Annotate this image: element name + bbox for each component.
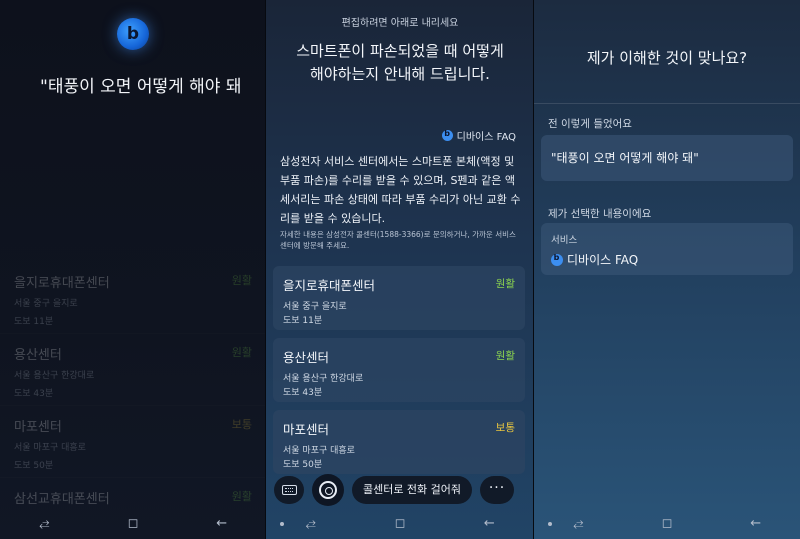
bixby-icon <box>319 481 337 499</box>
center-name: 을지로휴대폰센터 <box>283 278 376 293</box>
home-icon[interactable]: ◻ <box>385 516 415 531</box>
answer-title-line: 해야하는지 안내해 드립니다. <box>310 65 490 83</box>
answer-footnote: 자세한 내용은 삼성전자 콜센터(1588-3366)로 문의하거나, 가까운 … <box>280 230 516 250</box>
center-name: 을지로휴대폰센터 <box>14 276 110 291</box>
answer-title: 스마트폰이 파손되었을 때 어떻게 해야하는지 안내해 드립니다. <box>266 40 534 86</box>
center-walk: 도보 11분 <box>14 317 54 327</box>
list-item: 을지로휴대폰센터 서울 중구 을지로 도보 11분 원활 <box>0 262 266 334</box>
center-details: 서울 마포구 대흥로 도보 50분 <box>283 444 515 472</box>
left-panel: b "태풍이 오면 어떻게 해야 돼 을지로휴대폰센터 서울 중구 을지로 도보… <box>0 0 266 539</box>
status-badge: 원활 <box>231 274 252 287</box>
bixby-badge-icon <box>441 129 453 141</box>
confirm-title: 제가 이해한 것이 맞나요? <box>586 49 748 67</box>
center-address: 서울 마포구 대흥로 <box>14 443 86 453</box>
answer-title-line: 스마트폰이 파손되었을 때 어떻게 <box>296 42 504 60</box>
center-address: 서울 마포구 대흥로 <box>283 446 355 456</box>
status-badge: 보통 <box>231 418 252 431</box>
back-icon[interactable]: ← <box>207 516 237 531</box>
center-name: 마포센터 <box>14 420 62 435</box>
list-item: 용산센터 서울 용산구 한강대로 도보 43분 원활 <box>0 334 266 406</box>
call-center-button[interactable]: 콜센터로 전화 걸어줘 <box>352 476 472 504</box>
voice-query-text: "태풍이 오면 어떻게 해야 돼 <box>40 77 242 97</box>
source-text: 디바이스 FAQ <box>456 132 516 143</box>
answer-body: 삼성전자 서비스 센터에서는 스마트폰 본체(액정 및 부품 파손)를 수리를 … <box>280 155 521 225</box>
bixby-bottom-bar: 콜센터로 전화 걸어줘 ··· <box>266 474 534 506</box>
center-walk: 도보 50분 <box>14 461 54 471</box>
back-icon[interactable]: ← <box>741 516 771 531</box>
service-label: 서비스 <box>551 235 578 246</box>
center-address: 서울 중구 을지로 <box>283 302 347 312</box>
recent-apps-icon[interactable]: ⥄ <box>29 516 59 531</box>
more-options-button[interactable]: ··· <box>480 476 514 504</box>
keyboard-button[interactable] <box>274 476 304 504</box>
heard-query-box[interactable]: "태풍이 오면 어떻게 해야 돼" <box>541 135 793 181</box>
status-badge: 원활 <box>495 350 515 362</box>
center-walk: 도보 43분 <box>283 388 323 398</box>
source-label[interactable]: 디바이스 FAQ <box>441 128 516 143</box>
center-address: 서울 용산구 한강대로 <box>283 374 364 384</box>
home-icon[interactable]: ◻ <box>118 516 148 531</box>
keyboard-icon <box>281 485 297 495</box>
status-badge: 보통 <box>495 422 515 434</box>
center-walk: 도보 11분 <box>283 316 323 326</box>
status-badge: 원활 <box>231 490 252 503</box>
dimmed-center-list: 을지로휴대폰센터 서울 중구 을지로 도보 11분 원활 용산센터 서울 용산구… <box>0 262 266 539</box>
divider <box>534 103 800 104</box>
center-address: 서울 용산구 한강대로 <box>14 371 95 381</box>
home-icon[interactable]: ◻ <box>652 516 682 531</box>
back-icon[interactable]: ← <box>474 516 504 531</box>
center-name: 마포센터 <box>283 422 330 437</box>
center-name: 용산센터 <box>283 350 330 365</box>
center-address: 서울 중구 을지로 <box>14 299 78 309</box>
center-walk: 도보 50분 <box>283 460 323 470</box>
center-name: 용산센터 <box>14 348 62 363</box>
heard-label: 전 이렇게 들었어요 <box>548 118 632 130</box>
list-item: 마포센터 서울 마포구 대흥로 도보 50분 보통 <box>0 406 266 478</box>
recent-apps-icon[interactable]: ⥄ <box>563 516 593 531</box>
selected-label: 제가 선택한 내용이에요 <box>548 208 652 220</box>
recent-apps-icon[interactable]: ⥄ <box>296 516 326 531</box>
center-details: 서울 용산구 한강대로 도보 43분 <box>283 372 515 400</box>
bixby-badge-icon <box>551 253 563 266</box>
center-walk: 도보 43분 <box>14 389 54 399</box>
navigation-bar: ⥄ ◻ ← <box>534 507 800 539</box>
selected-service-box[interactable]: 서비스 디바이스 FAQ <box>541 223 793 275</box>
bixby-logo-icon: b <box>117 18 149 50</box>
center-name: 삼선교휴대폰센터 <box>14 492 110 507</box>
service-value: 디바이스 FAQ <box>567 253 639 267</box>
navigation-bar: ⥄ ◻ ← <box>266 507 534 539</box>
navigation-bar: ⥄ ◻ ← <box>0 507 266 539</box>
status-badge: 원활 <box>495 278 515 290</box>
service-center-card[interactable]: 용산센터 서울 용산구 한강대로 도보 43분 원활 <box>273 338 525 402</box>
service-center-card[interactable]: 을지로휴대폰센터 서울 중구 을지로 도보 11분 원활 <box>273 266 525 330</box>
service-center-card[interactable]: 마포센터 서울 마포구 대흥로 도보 50분 보통 <box>273 410 525 474</box>
status-badge: 원활 <box>231 346 252 359</box>
center-details: 서울 중구 을지로 도보 11분 <box>283 300 515 328</box>
bixby-voice-button[interactable] <box>312 474 344 506</box>
right-panel: 제가 이해한 것이 맞나요? 전 이렇게 들었어요 "태풍이 오면 어떻게 해야… <box>534 0 800 539</box>
service-value-row: 디바이스 FAQ <box>551 251 783 268</box>
middle-panel: 편집하려면 아래로 내리세요 스마트폰이 파손되었을 때 어떻게 해야하는지 안… <box>266 0 534 539</box>
edit-hint: 편집하려면 아래로 내리세요 <box>341 18 459 29</box>
